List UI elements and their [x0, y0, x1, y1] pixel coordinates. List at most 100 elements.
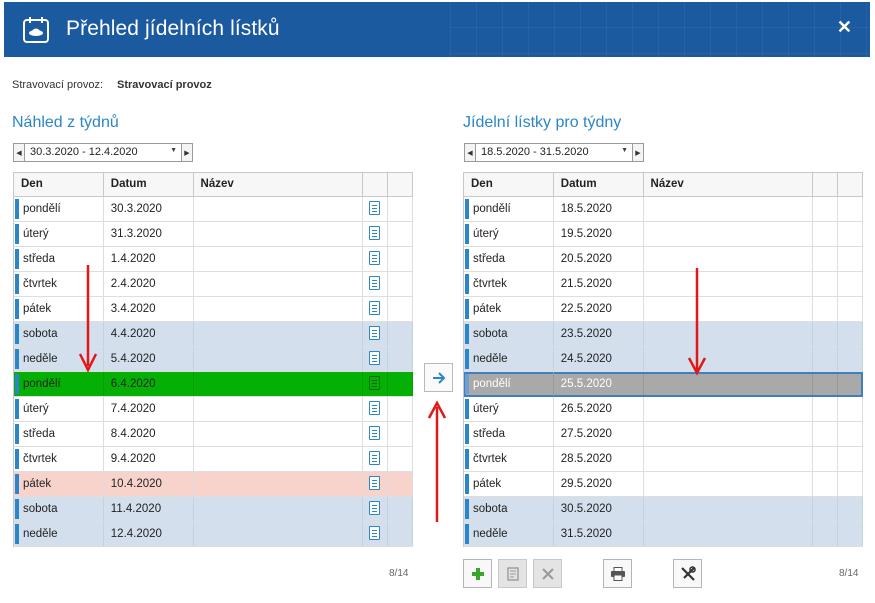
document-icon	[369, 476, 381, 490]
cell-icon	[813, 522, 839, 546]
cell-nazev	[644, 222, 814, 246]
close-icon[interactable]: ✕	[837, 17, 852, 38]
document-icon	[369, 376, 381, 390]
cell-icon[interactable]	[363, 322, 389, 346]
table-row[interactable]: sobota 4.4.2020	[14, 322, 413, 347]
document-icon	[369, 501, 381, 515]
table-row[interactable]: pátek 29.5.2020	[464, 472, 863, 497]
left-week-combo[interactable]: 30.3.2020 - 12.4.2020 ▼	[25, 143, 181, 162]
cell-icon[interactable]	[363, 222, 389, 246]
cell-nazev	[644, 272, 814, 296]
add-button[interactable]	[463, 559, 492, 588]
left-week-grid: Den Datum Název pondělí 30.3.2020 úterý 31.3.2…	[13, 172, 413, 547]
left-week-selector: ◀ 30.3.2020 - 12.4.2020 ▼ ▶	[13, 143, 193, 162]
cell-icon[interactable]	[363, 197, 389, 221]
copy-week-button[interactable]	[424, 363, 453, 392]
cell-extra	[388, 247, 413, 271]
table-row[interactable]: čtvrtek 21.5.2020	[464, 272, 863, 297]
cell-icon[interactable]	[363, 522, 389, 546]
print-button[interactable]	[603, 559, 632, 588]
cell-nazev	[194, 422, 364, 446]
table-row[interactable]: středa 1.4.2020	[14, 247, 413, 272]
table-row[interactable]: středa 20.5.2020	[464, 247, 863, 272]
table-row[interactable]: pondělí 30.3.2020	[14, 197, 413, 222]
cell-icon	[813, 222, 839, 246]
cell-datum: 29.5.2020	[554, 472, 644, 496]
table-row[interactable]: úterý 31.3.2020	[14, 222, 413, 247]
delete-button[interactable]	[533, 559, 562, 588]
table-row[interactable]: pátek 22.5.2020	[464, 297, 863, 322]
column-header[interactable]: Název	[644, 173, 814, 196]
cell-den: úterý	[14, 397, 104, 421]
provoz-row: Stravovací provoz: Stravovací provoz	[12, 79, 212, 91]
cell-icon[interactable]	[363, 397, 389, 421]
cell-extra	[388, 447, 413, 471]
cell-icon[interactable]	[363, 247, 389, 271]
table-row[interactable]: pátek 10.4.2020	[14, 472, 413, 497]
cell-extra	[838, 222, 863, 246]
table-row[interactable]: sobota 11.4.2020	[14, 497, 413, 522]
table-row[interactable]: středa 27.5.2020	[464, 422, 863, 447]
cell-den: sobota	[14, 497, 104, 521]
table-row[interactable]: úterý 7.4.2020	[14, 397, 413, 422]
left-next-week-button[interactable]: ▶	[181, 143, 193, 162]
table-row[interactable]: pátek 3.4.2020	[14, 297, 413, 322]
table-row[interactable]: neděle 31.5.2020	[464, 522, 863, 547]
table-row[interactable]: neděle 12.4.2020	[14, 522, 413, 547]
table-row[interactable]: středa 8.4.2020	[14, 422, 413, 447]
table-row[interactable]: čtvrtek 2.4.2020	[14, 272, 413, 297]
cell-nazev	[194, 322, 364, 346]
cell-icon[interactable]	[363, 497, 389, 521]
right-week-grid: Den Datum Název pondělí 18.5.2020 úterý 19.5.2…	[463, 172, 863, 547]
cell-den: úterý	[14, 222, 104, 246]
cell-extra	[838, 197, 863, 221]
table-row[interactable]: pondělí 25.5.2020	[464, 372, 863, 397]
table-row[interactable]: úterý 26.5.2020	[464, 397, 863, 422]
table-row[interactable]: sobota 23.5.2020	[464, 322, 863, 347]
cell-icon[interactable]	[363, 347, 389, 371]
table-row[interactable]: čtvrtek 9.4.2020	[14, 447, 413, 472]
cell-datum: 8.4.2020	[104, 422, 194, 446]
table-row[interactable]: úterý 19.5.2020	[464, 222, 863, 247]
right-week-combo[interactable]: 18.5.2020 - 31.5.2020 ▼	[476, 143, 632, 162]
left-prev-week-button[interactable]: ◀	[13, 143, 25, 162]
cell-icon[interactable]	[363, 422, 389, 446]
settings-button[interactable]	[673, 559, 702, 588]
document-icon	[369, 251, 381, 265]
cell-den: úterý	[464, 222, 554, 246]
cell-extra	[388, 322, 413, 346]
cell-icon[interactable]	[363, 297, 389, 321]
cell-extra	[388, 472, 413, 496]
cell-nazev	[644, 472, 814, 496]
cell-datum: 24.5.2020	[554, 347, 644, 371]
cell-icon[interactable]	[363, 372, 389, 396]
cell-den: středa	[464, 247, 554, 271]
cell-icon	[813, 347, 839, 371]
cell-nazev	[644, 422, 814, 446]
cell-datum: 5.4.2020	[104, 347, 194, 371]
table-row[interactable]: pondělí 6.4.2020	[14, 372, 413, 397]
table-row[interactable]: neděle 24.5.2020	[464, 347, 863, 372]
column-header[interactable]: Datum	[554, 173, 644, 196]
edit-button[interactable]	[498, 559, 527, 588]
cell-datum: 2.4.2020	[104, 272, 194, 296]
column-header[interactable]: Den	[464, 173, 554, 196]
table-row[interactable]: pondělí 18.5.2020	[464, 197, 863, 222]
column-header[interactable]: Datum	[104, 173, 194, 196]
cell-extra	[838, 447, 863, 471]
right-next-week-button[interactable]: ▶	[632, 143, 644, 162]
cell-icon[interactable]	[363, 272, 389, 296]
table-row[interactable]: sobota 30.5.2020	[464, 497, 863, 522]
cell-icon[interactable]	[363, 447, 389, 471]
table-row[interactable]: neděle 5.4.2020	[14, 347, 413, 372]
cell-nazev	[194, 197, 364, 221]
cell-datum: 23.5.2020	[554, 322, 644, 346]
table-row[interactable]: čtvrtek 28.5.2020	[464, 447, 863, 472]
cell-den: neděle	[464, 522, 554, 546]
cell-den: pondělí	[14, 197, 104, 221]
right-prev-week-button[interactable]: ◀	[464, 143, 476, 162]
cell-extra	[838, 322, 863, 346]
cell-icon[interactable]	[363, 472, 389, 496]
column-header[interactable]: Den	[14, 173, 104, 196]
column-header[interactable]: Název	[194, 173, 364, 196]
